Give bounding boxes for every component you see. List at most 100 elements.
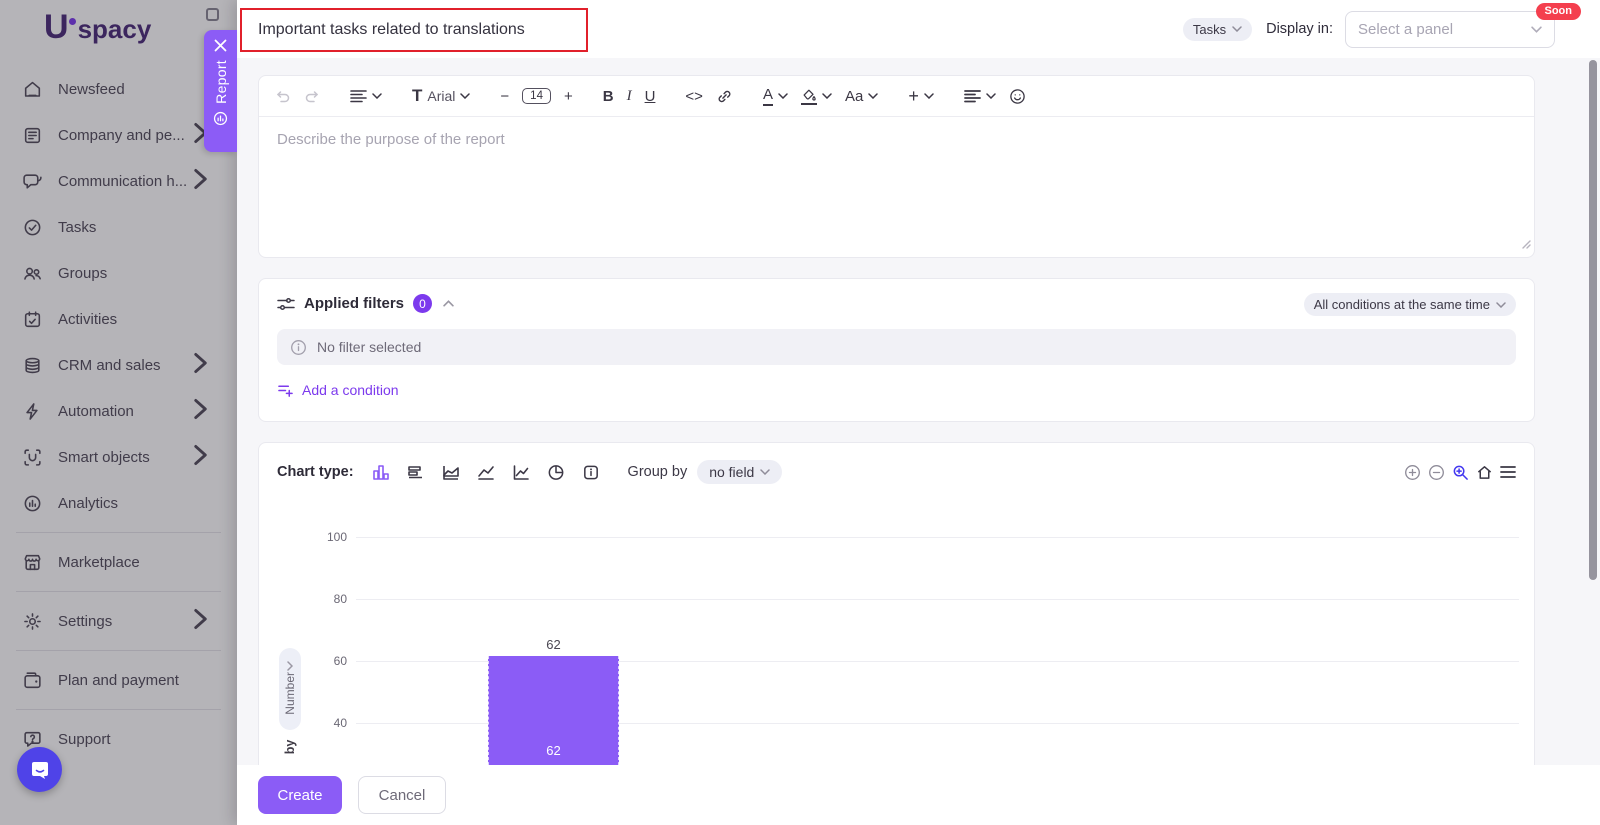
panel-select-placeholder: Select a panel	[1358, 21, 1453, 38]
add-condition-link[interactable]: Add a condition	[277, 382, 399, 398]
chat-smile-icon	[29, 759, 51, 781]
case-aa-glyph: Aa	[845, 88, 863, 105]
align-lines-icon	[350, 89, 367, 103]
gridline-100	[356, 537, 1519, 538]
increase-font-button[interactable]: +	[564, 88, 573, 105]
entity-selector-value: Tasks	[1193, 22, 1226, 37]
group-by-select[interactable]: no field	[697, 460, 782, 484]
reset-home-icon[interactable]	[1476, 464, 1493, 481]
y-axis-tick: 60	[299, 654, 347, 668]
panel-select[interactable]: Select a panel Soon	[1345, 11, 1555, 48]
font-family-button[interactable]: T Arial	[412, 86, 470, 106]
chevron-down-icon	[372, 93, 382, 99]
bold-button[interactable]: B	[603, 88, 614, 105]
chevron-down-icon	[460, 93, 470, 99]
report-chart-icon	[212, 110, 229, 127]
filters-count-badge: 0	[413, 294, 432, 313]
chart-type-icons	[371, 463, 601, 482]
column-chart-icon[interactable]	[371, 463, 391, 482]
filters-title: Applied filters	[304, 295, 404, 312]
paragraph-style-button[interactable]	[350, 89, 382, 103]
y-axis-tick: 40	[299, 716, 347, 730]
redo-icon[interactable]	[304, 88, 320, 104]
editor-toolbar: T Arial − 14 + B I U <>	[259, 76, 1534, 117]
entity-selector[interactable]: Tasks	[1183, 18, 1252, 41]
no-filter-text: No filter selected	[317, 339, 421, 355]
description-editor: T Arial − 14 + B I U <>	[258, 75, 1535, 258]
report-tab-label: Report	[213, 60, 229, 104]
create-button[interactable]: Create	[258, 776, 342, 814]
underline-button[interactable]: U	[645, 88, 656, 105]
paint-bucket-icon	[801, 87, 817, 105]
font-size-value[interactable]: 14	[522, 88, 551, 104]
modal-body: T Arial − 14 + B I U <>	[237, 58, 1600, 825]
summary-chart-icon[interactable]	[581, 463, 601, 482]
y-axis-by-label: by	[283, 730, 297, 764]
report-modal: Tasks Display in: Select a panel Soon	[237, 0, 1600, 825]
chevron-right-icon	[287, 661, 293, 671]
area-chart-icon[interactable]	[441, 463, 461, 482]
emoji-button[interactable]	[1009, 88, 1026, 105]
chevron-down-icon	[822, 93, 832, 99]
chart-menu-icon[interactable]	[1500, 465, 1516, 479]
conditions-mode-select[interactable]: All conditions at the same time	[1304, 293, 1516, 316]
no-filter-banner: No filter selected	[277, 329, 1516, 365]
text-case-button[interactable]: Aa	[845, 88, 878, 105]
chevron-down-icon	[1496, 302, 1506, 308]
chat-support-button[interactable]	[17, 747, 62, 792]
applied-filters-section: Applied filters 0 All conditions at the …	[258, 278, 1535, 422]
text-color-button[interactable]: A	[763, 86, 788, 106]
bar-inner-label: 62	[488, 743, 619, 758]
group-by-value: no field	[709, 464, 754, 480]
display-in-label: Display in:	[1266, 21, 1333, 37]
chart-header: Chart type: Group by no field	[259, 443, 1534, 484]
report-title-input[interactable]	[242, 21, 586, 39]
pie-chart-icon[interactable]	[546, 463, 566, 482]
chart-toolbox	[1404, 464, 1516, 481]
y-axis-measure-selector[interactable]: Number	[279, 648, 301, 730]
code-button[interactable]: <>	[685, 88, 703, 105]
chevron-down-icon	[778, 93, 788, 99]
conditions-mode-value: All conditions at the same time	[1314, 297, 1490, 312]
insert-plus-glyph: +	[908, 86, 919, 107]
zoom-select-icon[interactable]	[1452, 464, 1469, 481]
report-title-highlight	[240, 8, 588, 52]
modal-footer: Create Cancel	[237, 765, 1600, 825]
modal-backdrop[interactable]	[0, 0, 237, 825]
group-by-label: Group by	[628, 464, 688, 480]
chevron-down-icon	[1232, 26, 1242, 32]
resize-handle-icon[interactable]	[1521, 236, 1531, 254]
bar-value-label: 62	[488, 637, 619, 652]
filters-header: Applied filters 0 All conditions at the …	[277, 294, 1516, 313]
align-button[interactable]	[964, 89, 996, 103]
zoom-out-icon[interactable]	[1428, 464, 1445, 481]
line-chart-icon[interactable]	[476, 463, 496, 482]
description-textarea[interactable]: Describe the purpose of the report	[259, 117, 1534, 163]
link-button[interactable]	[716, 88, 733, 105]
decrease-font-button[interactable]: −	[500, 88, 509, 105]
cancel-button[interactable]: Cancel	[358, 776, 446, 814]
chevron-down-icon	[760, 469, 770, 475]
modal-header: Tasks Display in: Select a panel Soon	[237, 0, 1600, 58]
chevron-down-icon	[868, 93, 878, 99]
add-condition-label: Add a condition	[302, 382, 399, 398]
soon-badge: Soon	[1536, 3, 1582, 20]
font-t-glyph: T	[412, 86, 422, 106]
bar-chart-icon[interactable]	[406, 463, 426, 482]
report-tab[interactable]: Report	[204, 30, 237, 152]
zoom-in-icon[interactable]	[1404, 464, 1421, 481]
chevron-down-icon	[986, 93, 996, 99]
line-axis-chart-icon[interactable]	[511, 463, 531, 482]
header-controls: Tasks Display in: Select a panel Soon	[1183, 0, 1555, 58]
highlight-color-button[interactable]	[801, 87, 832, 105]
scrollbar-thumb[interactable]	[1589, 60, 1597, 580]
insert-button[interactable]: +	[908, 86, 934, 107]
italic-button[interactable]: I	[627, 88, 632, 105]
undo-icon[interactable]	[275, 88, 291, 104]
chevron-up-icon[interactable]	[443, 300, 454, 307]
close-icon[interactable]	[214, 39, 227, 52]
chevron-down-icon	[924, 93, 934, 99]
chart-type-label: Chart type:	[277, 464, 354, 480]
y-axis-measure-label: Number	[283, 672, 297, 715]
link-icon	[716, 88, 733, 105]
